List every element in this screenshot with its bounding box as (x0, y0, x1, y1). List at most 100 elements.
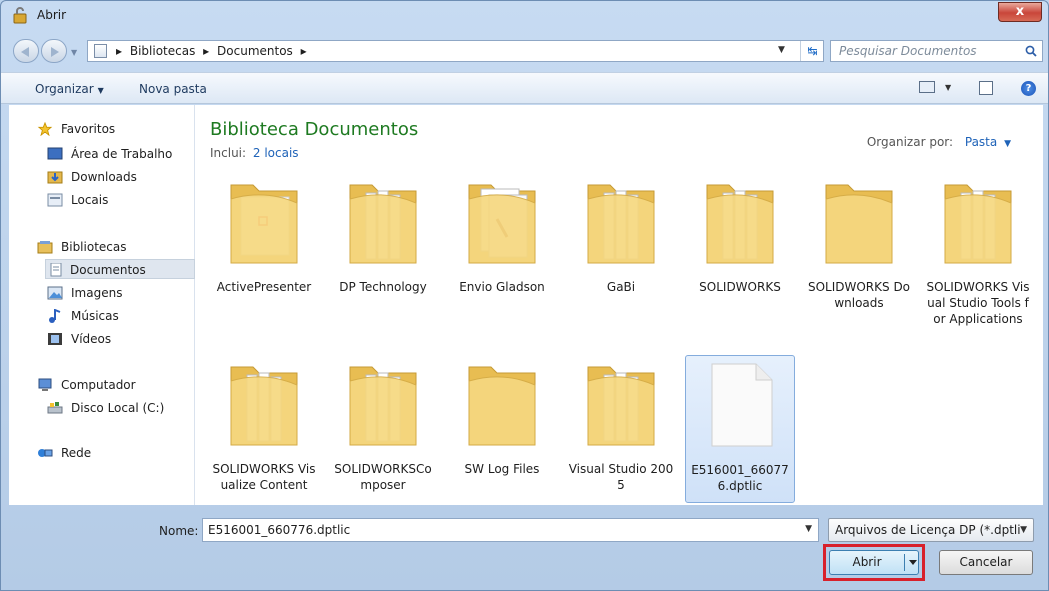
sidebar-item-videos[interactable]: Vídeos (47, 329, 195, 349)
window-title: Abrir (37, 8, 67, 22)
sidebar-item-label: Locais (71, 193, 109, 207)
folder-icon (225, 361, 303, 447)
sidebar-item-recent-places[interactable]: Locais (47, 190, 195, 210)
folder-icon (225, 179, 303, 265)
back-button[interactable] (13, 39, 39, 63)
refresh-button[interactable]: ↹ (800, 41, 824, 61)
command-bar: Organizar ▼ Nova pasta ▼ ? (1, 72, 1048, 104)
pictures-icon (47, 286, 63, 300)
folder-icon (463, 361, 541, 447)
includes-label: Inclui: (210, 146, 247, 160)
forward-button[interactable] (41, 39, 67, 63)
file-item-solidworks[interactable]: SOLIDWORKS (685, 173, 795, 321)
preview-pane-icon[interactable] (979, 81, 993, 95)
sidebar-item-pictures[interactable]: Imagens (47, 283, 195, 303)
split-divider (904, 554, 905, 571)
documents-icon (50, 263, 62, 277)
file-item-label: Visual Studio 2005 (568, 462, 674, 492)
music-icon (49, 309, 61, 323)
breadcrumb-separator[interactable]: ▸ (301, 44, 307, 58)
chevron-down-icon[interactable]: ▼ (1004, 139, 1011, 149)
sidebar-item-network[interactable]: Rede (37, 443, 187, 463)
new-folder-button[interactable]: Nova pasta (139, 82, 207, 96)
file-item-solidworks-visual-studio-tools-for-applications[interactable]: SOLIDWORKS Visual Studio Tools for Appli… (923, 173, 1033, 326)
arrange-by-dropdown[interactable]: Pasta (965, 135, 997, 149)
search-placeholder: Pesquisar Documentos (839, 44, 977, 58)
breadcrumb-separator: ▸ (116, 44, 123, 58)
breadcrumb-documents[interactable]: Documentos (217, 44, 293, 58)
breadcrumb: ▸ Bibliotecas ▸ Documentos ▸ (116, 44, 311, 58)
chevron-down-icon: ▼ (1020, 525, 1027, 535)
address-dropdown-icon[interactable]: ▼ (778, 45, 785, 55)
file-name-label: Nome: (159, 524, 199, 538)
navigation-pane: Favoritos Área de Trabalho Downloads Loc… (9, 105, 195, 505)
sidebar-item-documents[interactable]: Documentos (45, 259, 195, 279)
file-item-gabi[interactable]: GaBi (566, 173, 676, 321)
file-item-e516001-660776-dptlic[interactable]: E516001_660776.dptlic (685, 355, 795, 503)
open-options-dropdown-icon[interactable] (909, 560, 917, 565)
file-item-solidworks-downloads[interactable]: SOLIDWORKS Downloads (804, 173, 914, 321)
breadcrumb-separator: ▸ (203, 44, 210, 58)
file-item-label: E516001_660776.dptlic (691, 463, 789, 493)
file-item-label: SOLIDWORKS Visualize Content (212, 462, 316, 492)
search-input[interactable]: Pesquisar Documentos (830, 40, 1043, 62)
open-button-label: Abrir (852, 555, 882, 569)
file-name-dropdown-icon[interactable]: ▼ (805, 524, 812, 534)
address-bar[interactable]: ▸ Bibliotecas ▸ Documentos ▸ ▼ ↹ (87, 40, 824, 62)
open-button[interactable]: Abrir (829, 550, 919, 575)
libraries-icon (37, 241, 53, 254)
file-item-visual-studio-2005[interactable]: Visual Studio 2005 (566, 355, 676, 503)
change-view-icon[interactable] (919, 81, 935, 93)
sidebar-item-computer[interactable]: Computador (37, 375, 187, 395)
address-row: ▼ ▸ Bibliotecas ▸ Documentos ▸ ▼ ↹ Pesqu… (1, 35, 1048, 65)
organize-label: Organizar (35, 82, 94, 96)
file-type-select[interactable]: Arquivos de Licença DP (*.dptli ▼ (828, 518, 1034, 542)
chevron-down-icon: ▼ (97, 86, 104, 95)
folder-icon (939, 179, 1017, 265)
file-item-dp-technology[interactable]: DP Technology (328, 173, 438, 321)
file-item-solidworks-visualize-content[interactable]: SOLIDWORKS Visualize Content (209, 355, 319, 503)
organize-button[interactable]: Organizar ▼ (35, 82, 104, 96)
sidebar-item-label: Rede (61, 446, 92, 460)
search-icon[interactable] (1025, 45, 1037, 57)
sidebar-item-downloads[interactable]: Downloads (47, 167, 195, 187)
sidebar-item-local-disk[interactable]: Disco Local (C:) (47, 398, 195, 418)
sidebar-item-label: Downloads (71, 170, 137, 184)
help-icon[interactable]: ? (1021, 81, 1036, 96)
sidebar-item-label: Favoritos (61, 122, 116, 136)
arrange-by-label: Organizar por: (866, 135, 954, 149)
file-type-value: Arquivos de Licença DP (*.dptli (835, 523, 1021, 537)
breadcrumb-libraries[interactable]: Bibliotecas (130, 44, 195, 58)
sidebar-item-music[interactable]: Músicas (47, 306, 195, 326)
close-button[interactable]: x (998, 2, 1042, 22)
file-item-solidworkscomposer[interactable]: SOLIDWORKSComposer (328, 355, 438, 503)
file-item-label: GaBi (606, 280, 636, 294)
file-item-label: SOLIDWORKS Visual Studio Tools for Appli… (926, 280, 1030, 326)
file-name-value: E516001_660776.dptlic (208, 523, 351, 537)
open-lock-icon (13, 7, 27, 24)
library-includes: Inclui: 2 locais (210, 146, 299, 160)
recent-pages-dropdown-icon[interactable]: ▼ (71, 48, 77, 57)
cancel-button[interactable]: Cancelar (939, 550, 1033, 575)
refresh-icon: ↹ (807, 44, 818, 58)
view-options-dropdown-icon[interactable]: ▼ (945, 83, 951, 92)
includes-locations-link[interactable]: 2 locais (253, 146, 299, 160)
desktop-icon (47, 147, 63, 160)
sidebar-item-label: Vídeos (71, 332, 112, 346)
sidebar-item-libraries[interactable]: Bibliotecas (37, 237, 187, 257)
star-icon (37, 122, 53, 136)
file-item-label: SW Log Files (464, 462, 540, 476)
file-name-input[interactable]: E516001_660776.dptlic ▼ (202, 518, 819, 542)
file-item-envio-gladson[interactable]: Envio Gladson (447, 173, 557, 321)
file-item-label: SOLIDWORKS Downloads (807, 280, 911, 310)
videos-icon (48, 333, 62, 345)
sidebar-item-desktop[interactable]: Área de Trabalho (47, 144, 195, 164)
title-bar: Abrir x (1, 1, 1048, 31)
file-item-label: DP Technology (339, 280, 427, 294)
file-item-activepresenter[interactable]: ActivePresenter (209, 173, 319, 321)
file-item-sw-log-files[interactable]: SW Log Files (447, 355, 557, 503)
folder-icon (344, 179, 422, 265)
sidebar-item-favorites[interactable]: Favoritos (37, 119, 187, 139)
downloads-icon (47, 171, 63, 184)
network-icon (38, 449, 53, 457)
